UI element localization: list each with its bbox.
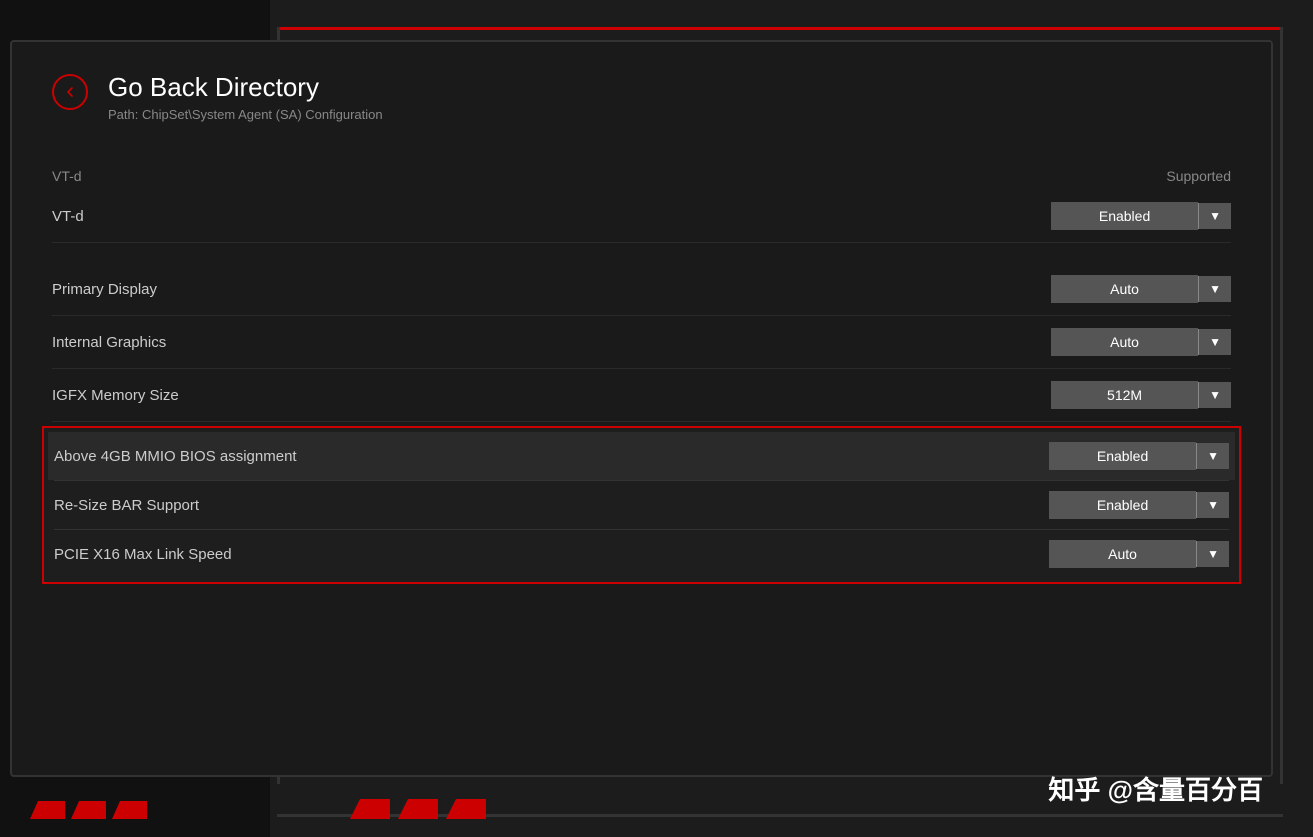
vtd-setting-label: VT-d [52, 208, 84, 225]
igfx-memory-dropdown[interactable]: 512M ▼ [1051, 381, 1231, 409]
bottom-step-1 [350, 799, 390, 819]
internal-graphics-row: Internal Graphics Auto ▼ [52, 316, 1231, 369]
pcie-x16-value: Auto [1049, 540, 1196, 568]
frame-top-line [347, 27, 1183, 30]
pcie-x16-arrow: ▼ [1196, 541, 1229, 567]
vtd-status: Supported [1166, 168, 1231, 184]
vtd-label-row: VT-d Supported [52, 162, 1231, 190]
igfx-memory-label: IGFX Memory Size [52, 387, 179, 404]
resize-bar-value: Enabled [1049, 491, 1196, 519]
above-4gb-arrow: ▼ [1196, 443, 1229, 469]
vtd-arrow: ▼ [1198, 203, 1231, 229]
highlighted-section: Above 4GB MMIO BIOS assignment Enabled ▼… [42, 426, 1241, 584]
resize-bar-dropdown[interactable]: Enabled ▼ [1049, 491, 1229, 519]
go-back-text: Go Back Directory Path: ChipSet\System A… [108, 72, 383, 122]
vtd-dropdown[interactable]: Enabled ▼ [1051, 202, 1231, 230]
frame-right-line [1280, 27, 1283, 784]
vtd-value: Enabled [1051, 202, 1198, 230]
primary-display-dropdown[interactable]: Auto ▼ [1051, 275, 1231, 303]
resize-bar-arrow: ▼ [1196, 492, 1229, 518]
content-panel: Go Back Directory Path: ChipSet\System A… [10, 40, 1273, 777]
back-button[interactable] [52, 74, 88, 110]
internal-graphics-dropdown[interactable]: Auto ▼ [1051, 328, 1231, 356]
back-icon [62, 84, 78, 100]
resize-bar-row[interactable]: Re-Size BAR Support Enabled ▼ [54, 480, 1229, 529]
bottom-step-3 [446, 799, 486, 819]
pcie-x16-row[interactable]: PCIE X16 Max Link Speed Auto ▼ [54, 529, 1229, 578]
primary-display-row: Primary Display Auto ▼ [52, 263, 1231, 316]
resize-bar-label: Re-Size BAR Support [54, 497, 199, 514]
vtd-setting-row: VT-d Enabled ▼ [52, 190, 1231, 243]
internal-graphics-arrow: ▼ [1198, 329, 1231, 355]
internal-graphics-label: Internal Graphics [52, 334, 166, 351]
above-4gb-value: Enabled [1049, 442, 1196, 470]
above-4gb-dropdown[interactable]: Enabled ▼ [1049, 442, 1229, 470]
pcie-x16-label: PCIE X16 Max Link Speed [54, 546, 232, 563]
above-4gb-row[interactable]: Above 4GB MMIO BIOS assignment Enabled ▼ [48, 432, 1235, 480]
sidebar-bottom-decoration [30, 801, 147, 819]
pcie-x16-dropdown[interactable]: Auto ▼ [1049, 540, 1229, 568]
above-4gb-label: Above 4GB MMIO BIOS assignment [54, 448, 297, 465]
watermark: 知乎 @含量百分百 [1048, 770, 1263, 807]
primary-display-label: Primary Display [52, 281, 157, 298]
primary-display-value: Auto [1051, 275, 1198, 303]
bottom-step-2 [398, 799, 438, 819]
igfx-memory-row: IGFX Memory Size 512M ▼ [52, 369, 1231, 422]
vtd-label: VT-d [52, 168, 82, 184]
igfx-memory-arrow: ▼ [1198, 382, 1231, 408]
bottom-decoration [350, 799, 486, 819]
internal-graphics-value: Auto [1051, 328, 1198, 356]
go-back-path: Path: ChipSet\System Agent (SA) Configur… [108, 107, 383, 122]
go-back-header: Go Back Directory Path: ChipSet\System A… [52, 72, 1231, 122]
igfx-memory-value: 512M [1051, 381, 1198, 409]
settings-area: VT-d Supported VT-d Enabled ▼ Primary Di… [52, 162, 1231, 584]
go-back-title: Go Back Directory [108, 72, 383, 103]
primary-display-arrow: ▼ [1198, 276, 1231, 302]
